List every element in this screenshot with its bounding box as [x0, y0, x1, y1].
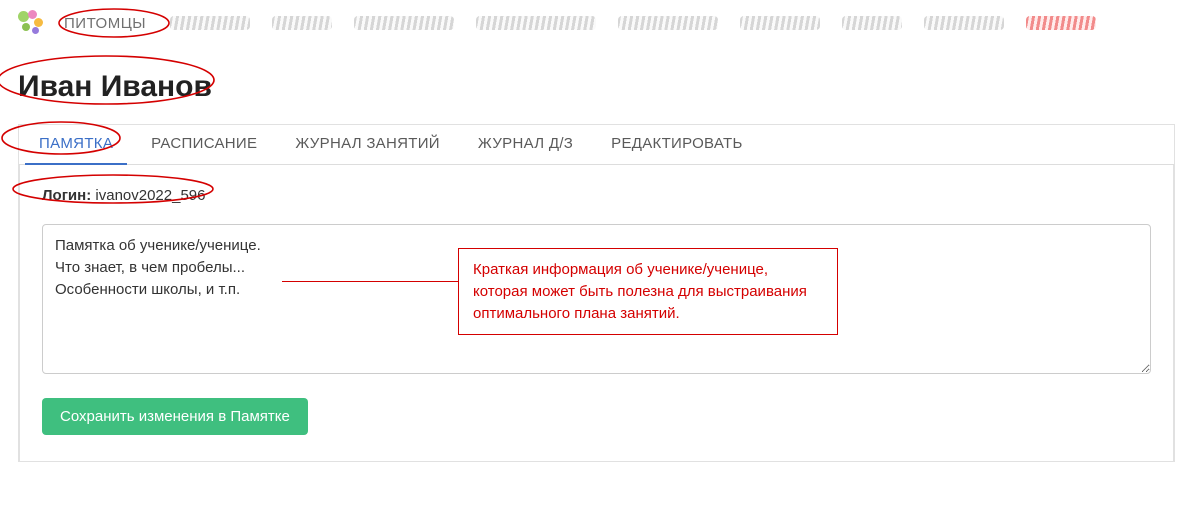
- nav-item-obscured[interactable]: [618, 16, 718, 30]
- login-value: ivanov2022_596: [95, 187, 205, 204]
- login-row: Логин: ivanov2022_596: [42, 187, 1151, 204]
- nav-item-obscured[interactable]: [170, 16, 250, 30]
- nav-pets[interactable]: ПИТОМЦЫ: [56, 11, 154, 36]
- nav-item-obscured[interactable]: [354, 16, 454, 30]
- nav-item-obscured[interactable]: [476, 16, 596, 30]
- tab-edit[interactable]: РЕДАКТИРОВАТЬ: [597, 125, 756, 164]
- tab-homework[interactable]: ЖУРНАЛ Д/З: [464, 125, 587, 164]
- nav-item-logout-obscured[interactable]: [1026, 16, 1096, 30]
- save-memo-button[interactable]: Сохранить изменения в Памятке: [42, 398, 308, 435]
- annotation-hint-text: Краткая информация об ученике/ученице, к…: [473, 261, 807, 322]
- top-nav: ПИТОМЦЫ: [0, 0, 1193, 44]
- app-logo-icon: [16, 10, 46, 36]
- nav-item-obscured[interactable]: [924, 16, 1004, 30]
- tab-lessons[interactable]: ЖУРНАЛ ЗАНЯТИЙ: [281, 125, 454, 164]
- page-title: Иван Иванов: [18, 70, 1175, 104]
- annotation-hint-box: Краткая информация об ученике/ученице, к…: [458, 248, 838, 335]
- annotation-connector-icon: [282, 281, 458, 282]
- nav-item-obscured[interactable]: [272, 16, 332, 30]
- tab-memo[interactable]: ПАМЯТКА: [25, 125, 127, 164]
- tab-schedule[interactable]: РАСПИСАНИЕ: [137, 125, 271, 164]
- nav-item-obscured[interactable]: [740, 16, 820, 30]
- nav-item-obscured[interactable]: [842, 16, 902, 30]
- login-label: Логин:: [42, 187, 91, 204]
